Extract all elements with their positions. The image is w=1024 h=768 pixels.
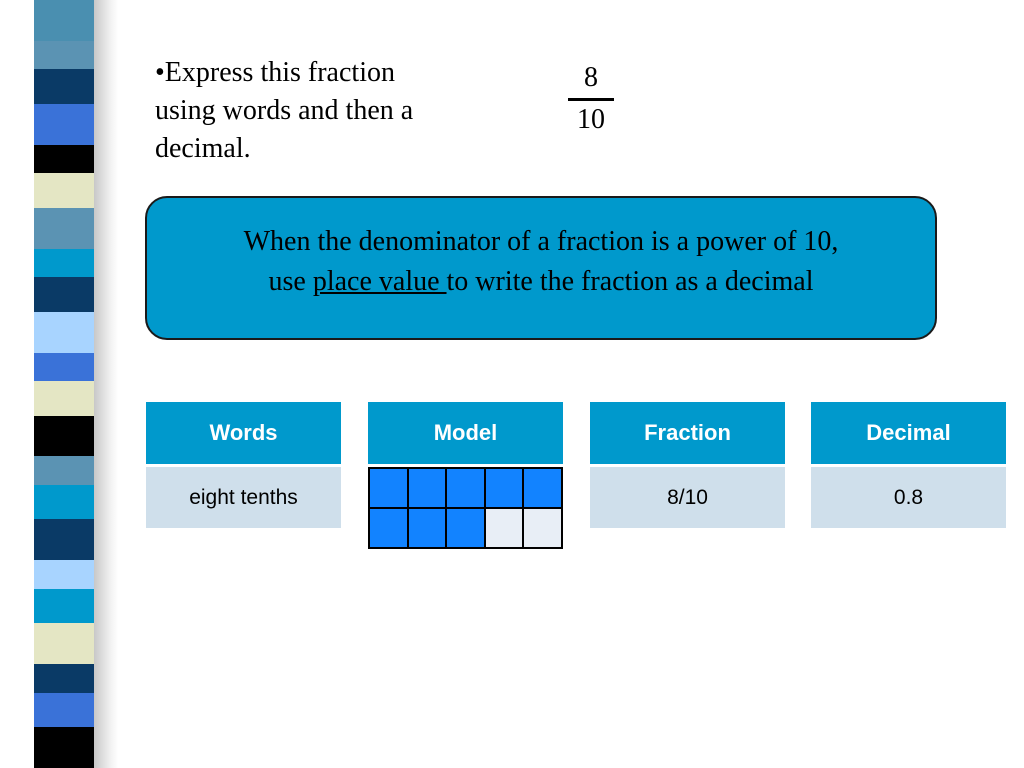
decimal-value: 0.8 — [811, 467, 1006, 528]
model-cell-shaded — [447, 469, 484, 507]
strip-band — [34, 311, 98, 353]
decimal-column: Decimal 0.8 — [811, 402, 1006, 528]
prompt-line: using words and then a — [155, 95, 414, 126]
fraction-bar — [568, 98, 614, 101]
callout-underlined-term: place value — [312, 266, 447, 297]
callout-line1: When the denominator of a fraction is a … — [243, 226, 839, 257]
model-cell-shaded — [370, 469, 407, 507]
strip-band — [34, 277, 98, 312]
model-cell-shaded — [370, 509, 407, 547]
model-grid — [368, 467, 563, 549]
strip-band — [34, 456, 98, 485]
callout-text: to write the fraction as a decimal — [446, 266, 814, 297]
strip-band — [34, 664, 98, 693]
strip-band — [34, 588, 98, 624]
strip-band — [34, 69, 98, 104]
model-column: Model — [368, 402, 563, 549]
strip-band — [34, 144, 98, 174]
prompt-text: •Express this fraction using words and t… — [155, 54, 505, 168]
model-cell-shaded — [408, 469, 446, 507]
strip-band — [34, 103, 98, 145]
words-column: Words eight tenths — [146, 402, 341, 528]
strip-band — [34, 519, 98, 561]
strip-shadow — [94, 0, 118, 768]
fraction-header: Fraction — [590, 402, 785, 467]
strip-band — [34, 40, 98, 70]
fraction-denominator: 10 — [577, 104, 605, 135]
decimal-header: Decimal — [811, 402, 1006, 467]
model-cell-shaded — [447, 509, 484, 547]
strip-band — [34, 415, 98, 457]
model-cell-shaded — [485, 469, 523, 507]
strip-band — [34, 173, 98, 208]
callout-text: use — [268, 266, 313, 297]
strip-band — [34, 380, 98, 416]
prompt-line: decimal. — [155, 133, 251, 164]
strip-band — [34, 560, 98, 589]
model-cell-empty — [524, 509, 561, 547]
strip-band — [34, 727, 98, 768]
model-header: Model — [368, 402, 563, 467]
prompt-line: •Express this fraction — [155, 57, 395, 88]
fraction-value: 8/10 — [590, 467, 785, 528]
words-value: eight tenths — [146, 467, 341, 528]
words-header: Words — [146, 402, 341, 467]
rule-callout: When the denominator of a fraction is a … — [145, 196, 937, 340]
strip-band — [34, 692, 98, 728]
fraction-numerator: 8 — [584, 62, 598, 93]
fraction-display: 8 10 — [568, 60, 614, 137]
callout-line2: use place value to write the fraction as… — [147, 262, 935, 302]
model-cell-empty — [485, 509, 523, 547]
model-cell-shaded — [524, 469, 561, 507]
decorative-strip — [34, 0, 98, 768]
strip-band — [34, 623, 98, 665]
fraction-column: Fraction 8/10 — [590, 402, 785, 528]
strip-band — [34, 0, 98, 41]
strip-band — [34, 207, 98, 249]
strip-band — [34, 484, 98, 520]
strip-band — [34, 352, 98, 381]
model-cell-shaded — [408, 509, 446, 547]
strip-band — [34, 248, 98, 277]
slide: •Express this fraction using words and t… — [0, 0, 1024, 768]
